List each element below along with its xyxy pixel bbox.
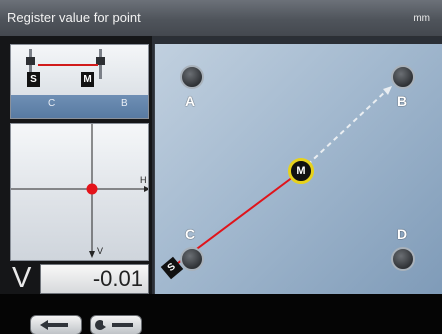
point-b-target[interactable] [391, 65, 415, 89]
left-panel: S M C B H V V -0.01 [0, 36, 152, 294]
readout-value-field[interactable]: -0.01 [40, 264, 149, 294]
point-d-target[interactable] [391, 247, 415, 271]
footer-toolbar [0, 294, 442, 334]
point-a-label: A [185, 93, 196, 109]
readout-axis: V [12, 262, 32, 294]
position-dot [86, 183, 98, 195]
tools-button[interactable] [90, 315, 142, 334]
measurement-thumbnail: S M C B [10, 44, 149, 119]
page-title: Register value for point [7, 10, 141, 25]
moving-unit-badge: M [288, 158, 314, 184]
point-c-label: C [185, 226, 196, 242]
point-c-target[interactable] [180, 247, 204, 271]
thumb-label-c: C [48, 98, 56, 109]
path-arrow-icon [383, 86, 392, 95]
v-axis-arrow-icon [89, 251, 95, 258]
projected-path [300, 89, 388, 172]
laser-line [38, 64, 98, 66]
back-button[interactable] [30, 315, 82, 334]
units-label: mm [413, 13, 430, 24]
thumb-unit-s: S [27, 72, 40, 87]
v-axis-label: V [97, 246, 104, 256]
point-a-target[interactable] [180, 65, 204, 89]
wrench-icon [95, 320, 133, 330]
thumb-label-b: B [121, 98, 128, 109]
thumb-unit-m: M [81, 72, 94, 87]
left-mount [26, 57, 35, 65]
title-bar: Register value for point mm [0, 0, 442, 37]
thumbnail-illustration: S M [11, 45, 148, 95]
screen: Register value for point mm S M C B H V … [0, 0, 442, 334]
arrow-left-icon [40, 320, 68, 330]
point-b-label: B [397, 93, 408, 109]
alignment-view: A B C D M S [154, 44, 442, 294]
point-d-label: D [397, 226, 408, 242]
h-axis-label: H [140, 175, 147, 185]
h-axis-arrow-icon [144, 186, 148, 192]
position-graph-svg [11, 124, 148, 258]
readout: V -0.01 [10, 262, 149, 294]
position-graph: H V [10, 123, 149, 261]
